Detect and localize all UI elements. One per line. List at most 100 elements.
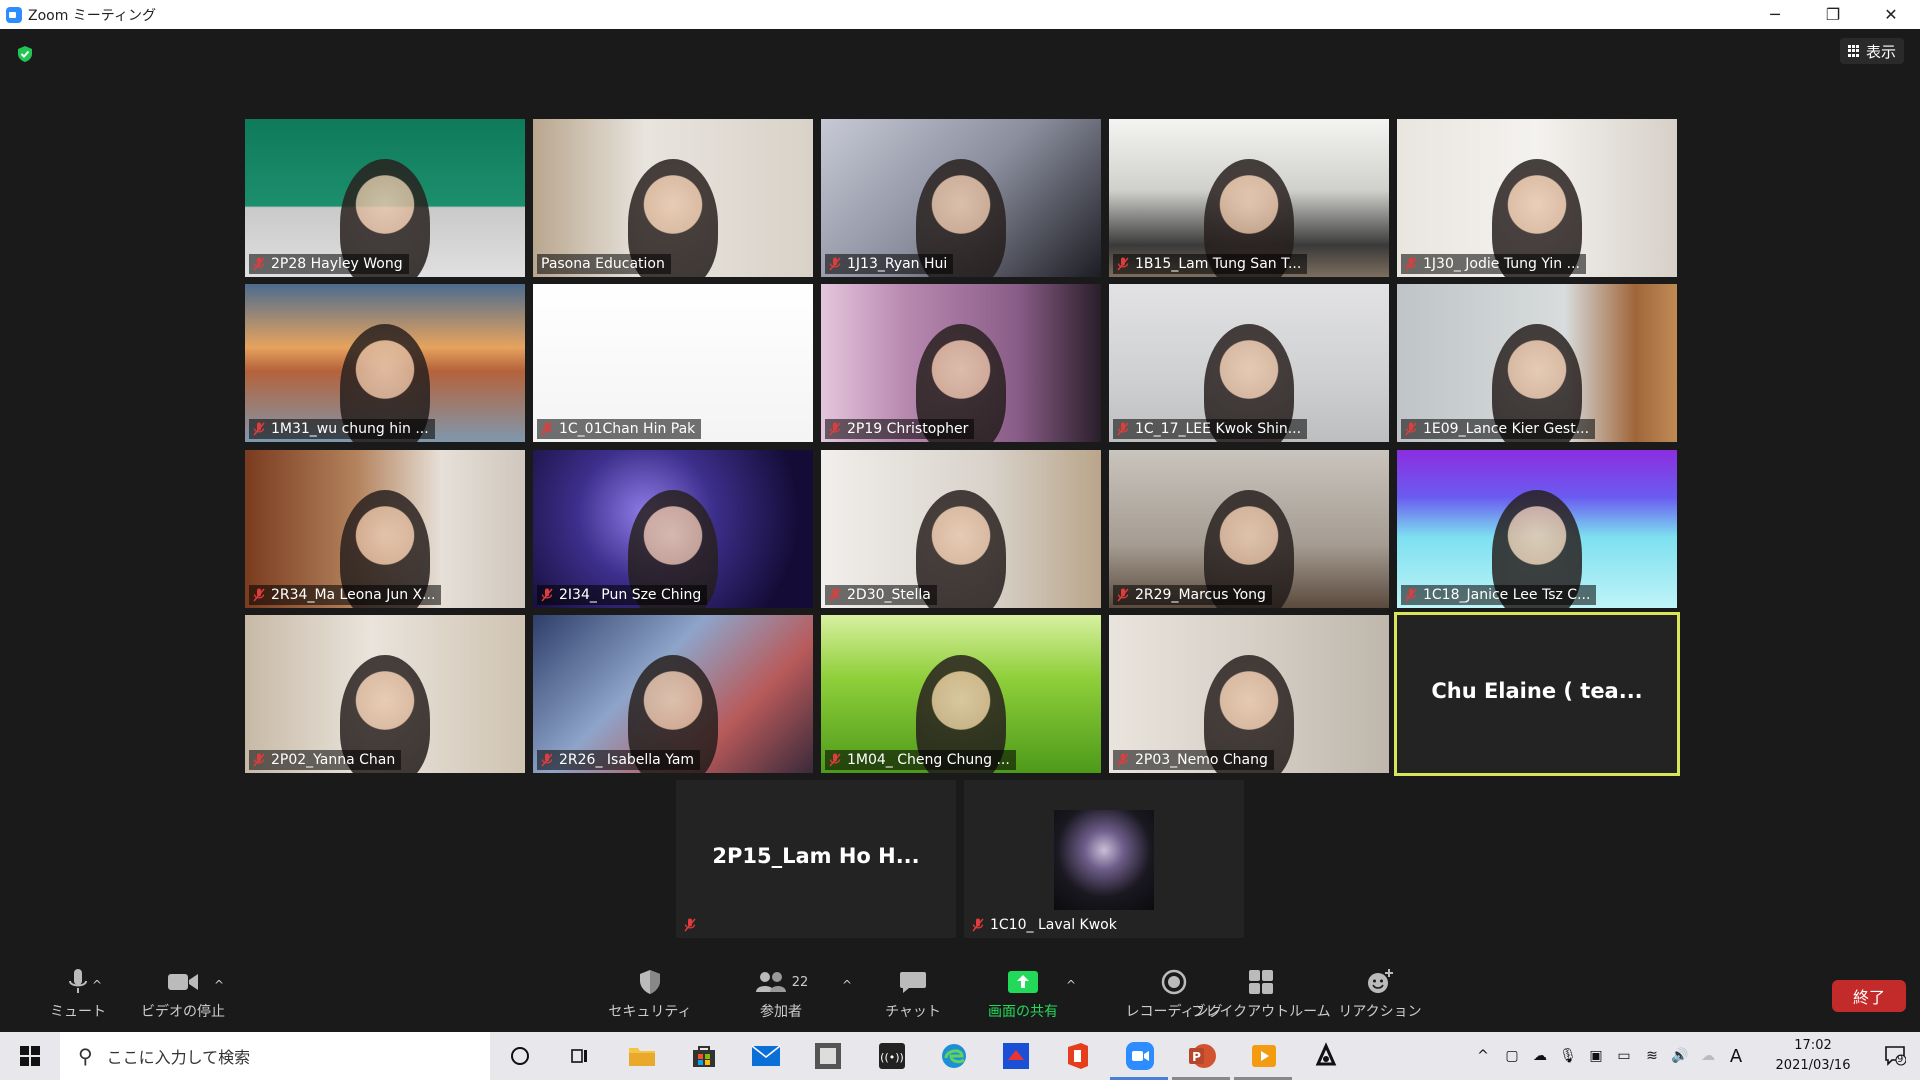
taskbar-clock[interactable]: 17:02 2021/03/16: [1768, 1036, 1858, 1076]
participants-options-caret[interactable]: ^: [842, 978, 852, 992]
tray-microphone-icon[interactable]: 🎙: [1554, 1048, 1582, 1064]
participants-label: 参加者: [760, 1004, 802, 1020]
app-icon-3[interactable]: [1000, 1040, 1032, 1072]
muted-mic-icon: [829, 588, 841, 602]
participant-tile[interactable]: 2R29_Marcus Yong: [1109, 450, 1389, 608]
ime-indicator[interactable]: A: [1722, 1046, 1750, 1067]
participant-name: 1C_01Chan Hin Pak: [559, 421, 696, 437]
store-icon[interactable]: [688, 1040, 720, 1072]
participant-tile[interactable]: 2D30_Stella: [821, 450, 1101, 608]
participant-name: 2R29_Marcus Yong: [1135, 587, 1266, 603]
participant-tile[interactable]: 1M31_wu chung hin ...: [245, 284, 525, 442]
participant-mute-indicator: [680, 915, 708, 935]
breakout-rooms-button[interactable]: ブレイクアウトルーム: [1191, 956, 1331, 1032]
media-player-icon[interactable]: [1248, 1040, 1280, 1072]
participant-tile[interactable]: 1C_17_LEE Kwok Shin...: [1109, 284, 1389, 442]
chat-label: チャット: [885, 1004, 941, 1020]
encryption-shield-icon[interactable]: [16, 45, 34, 63]
muted-mic-icon: [253, 257, 265, 271]
muted-mic-icon: [1405, 422, 1417, 436]
show-hidden-icons[interactable]: ^: [1468, 1048, 1498, 1064]
participant-tile[interactable]: 1M04_ Cheng Chung ...: [821, 615, 1101, 773]
network-status-icon[interactable]: ▣: [1582, 1048, 1610, 1064]
notification-center-icon[interactable]: 9: [1884, 1044, 1907, 1066]
mail-icon[interactable]: [750, 1040, 782, 1072]
participant-name: 2D30_Stella: [847, 587, 931, 603]
participant-tile[interactable]: 2P19 Christopher: [821, 284, 1101, 442]
muted-mic-icon: [829, 257, 841, 271]
chat-button[interactable]: チャット: [876, 956, 950, 1032]
app-icon-1[interactable]: [812, 1040, 844, 1072]
taskbar-search-box[interactable]: ⚲ ここに入力して検索: [60, 1032, 490, 1080]
muted-mic-icon: [253, 588, 265, 602]
participant-tile[interactable]: 2I34_ Pun Sze Ching: [533, 450, 813, 608]
close-button[interactable]: ✕: [1862, 0, 1920, 29]
battery-icon[interactable]: ▭: [1610, 1048, 1638, 1064]
participants-button[interactable]: 22 参加者: [746, 956, 816, 1032]
security-button[interactable]: セキュリティ: [608, 956, 692, 1032]
powerpoint-icon[interactable]: P: [1186, 1040, 1218, 1072]
breakout-rooms-label: ブレイクアウトルーム: [1191, 1004, 1331, 1020]
participant-tile[interactable]: Chu Elaine ( tea...: [1394, 612, 1680, 776]
participant-tile[interactable]: 1B15_Lam Tung San T...: [1109, 119, 1389, 277]
microphone-icon: [69, 969, 87, 993]
start-button[interactable]: [0, 1032, 60, 1080]
office-icon[interactable]: [1062, 1040, 1094, 1072]
muted-mic-icon: [829, 753, 841, 767]
participant-display-name: 2P15_Lam Ho H...: [712, 844, 920, 868]
participant-tile[interactable]: 2P02_Yanna Chan: [245, 615, 525, 773]
zoom-taskbar-icon[interactable]: [1124, 1040, 1156, 1072]
participant-tile[interactable]: 2P28 Hayley Wong: [245, 119, 525, 277]
restore-button[interactable]: ❐: [1804, 0, 1862, 29]
wifi-icon[interactable]: ≋: [1638, 1048, 1666, 1064]
participant-tile[interactable]: 1C10_ Laval Kwok: [964, 780, 1244, 938]
participant-name: 2I34_ Pun Sze Ching: [559, 587, 702, 603]
audio-options-caret[interactable]: ^: [92, 978, 102, 992]
participant-name-label: 2P03_Nemo Chang: [1113, 750, 1274, 770]
stop-video-button[interactable]: ビデオの停止: [128, 956, 238, 1032]
share-screen-icon: [1008, 971, 1038, 993]
file-explorer-icon[interactable]: [626, 1040, 658, 1072]
minimize-button[interactable]: ─: [1746, 0, 1804, 29]
participant-tile[interactable]: Pasona Education: [533, 119, 813, 277]
participant-name-label: 2P19 Christopher: [825, 419, 975, 439]
video-options-caret[interactable]: ^: [214, 978, 224, 992]
muted-mic-icon: [1117, 588, 1129, 602]
record-icon: [1161, 969, 1187, 995]
muted-mic-icon: [972, 918, 984, 932]
edge-browser-icon[interactable]: [938, 1040, 970, 1072]
participant-tile[interactable]: 1J13_Ryan Hui: [821, 119, 1101, 277]
windows-logo-icon: [20, 1046, 40, 1066]
participant-tile[interactable]: 2R34_Ma Leona Jun X...: [245, 450, 525, 608]
volume-icon[interactable]: 🔊: [1666, 1048, 1694, 1064]
app-icon-2[interactable]: ((•)): [876, 1040, 908, 1072]
cortana-icon[interactable]: [504, 1040, 536, 1072]
participant-name: Pasona Education: [541, 256, 665, 272]
participant-name: 1J13_Ryan Hui: [847, 256, 948, 272]
tray-app-icon[interactable]: ▢: [1498, 1048, 1526, 1064]
mute-button[interactable]: ミュート: [38, 956, 118, 1032]
cloud-sync-icon[interactable]: ☁: [1694, 1048, 1722, 1064]
share-screen-button[interactable]: 画面の共有: [978, 956, 1068, 1032]
meeting-toolbar: ミュート ^ ビデオの停止 ^ セキュリティ 22 参加者 ^ チャット 画面の…: [0, 956, 1920, 1032]
participant-name-label: 1J13_Ryan Hui: [825, 254, 954, 274]
participant-name-label: 1M04_ Cheng Chung ...: [825, 750, 1016, 770]
view-button[interactable]: 表示: [1839, 38, 1904, 64]
reactions-button[interactable]: リアクション: [1338, 956, 1422, 1032]
clock-date: 2021/03/16: [1775, 1058, 1851, 1073]
participant-name-label: 1B15_Lam Tung San T...: [1113, 254, 1308, 274]
app-icon-4[interactable]: [1310, 1040, 1342, 1072]
end-meeting-button[interactable]: 終了: [1832, 980, 1906, 1012]
share-options-caret[interactable]: ^: [1066, 978, 1076, 992]
participant-name: 2P19 Christopher: [847, 421, 969, 437]
participants-count: 22: [791, 974, 809, 990]
participant-tile[interactable]: 1C_01Chan Hin Pak: [533, 284, 813, 442]
participant-tile[interactable]: 2P03_Nemo Chang: [1109, 615, 1389, 773]
participant-tile[interactable]: 1E09_Lance Kier Gest...: [1397, 284, 1677, 442]
participant-tile[interactable]: 1C18_Janice Lee Tsz C...: [1397, 450, 1677, 608]
participant-tile[interactable]: 1J30_ Jodie Tung Yin ...: [1397, 119, 1677, 277]
participant-tile[interactable]: 2R26_ Isabella Yam: [533, 615, 813, 773]
onedrive-icon[interactable]: ☁: [1526, 1048, 1554, 1064]
participant-tile[interactable]: 2P15_Lam Ho H...: [676, 780, 956, 938]
task-view-icon[interactable]: [564, 1040, 596, 1072]
